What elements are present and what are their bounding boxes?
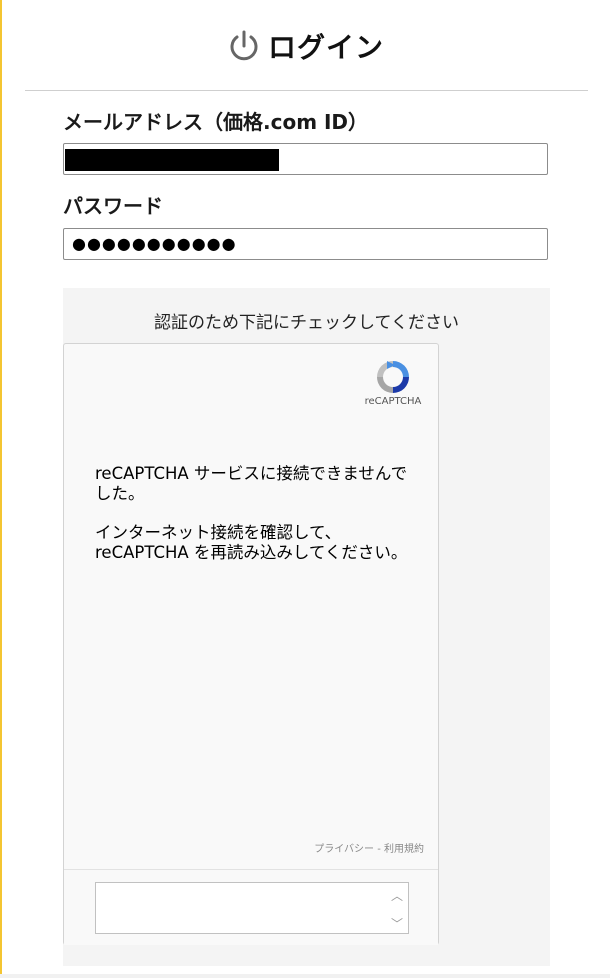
captcha-instruction: 認証のため下記にチェックしてください <box>154 313 459 333</box>
password-value: ●●●●●●●●●●● <box>72 234 237 253</box>
password-label: パスワード <box>63 194 163 218</box>
title-wrap: ログイン <box>0 26 610 68</box>
recaptcha-logo-icon <box>377 361 409 393</box>
page-header: ログイン <box>0 0 610 90</box>
power-icon <box>230 30 258 61</box>
captcha-area: 認証のため下記にチェックしてください reCAPTCHA reCAPTCHA サ… <box>63 288 550 966</box>
email-label: メールアドレス（価格.com ID） <box>63 110 369 134</box>
chevron-down-icon[interactable]: ﹀ <box>390 915 404 931</box>
recaptcha-response-textarea[interactable]: ︿ ﹀ <box>95 882 409 934</box>
recaptcha-error-line: reCAPTCHA サービスに接続できませんでした。 <box>95 464 408 503</box>
recaptcha-privacy-terms-links[interactable]: プライバシー - 利用規約 <box>314 840 424 855</box>
email-field[interactable] <box>63 143 548 175</box>
title-group: ログイン <box>226 26 384 66</box>
recaptcha-footer: ︿ ﹀ <box>64 869 438 945</box>
recaptcha-brand: reCAPTCHA <box>364 396 422 407</box>
recaptcha-error-message: reCAPTCHA サービスに接続できませんでした。 インターネット接続を確認し… <box>95 464 415 582</box>
header-divider <box>25 90 588 91</box>
chevron-up-icon[interactable]: ︿ <box>390 887 404 903</box>
page-title: ログイン <box>267 31 384 64</box>
window-frame-accent <box>0 0 2 978</box>
window-frame-bottom <box>0 974 610 978</box>
password-field[interactable]: ●●●●●●●●●●● <box>63 228 548 260</box>
recaptcha-widget: reCAPTCHA reCAPTCHA サービスに接続できませんでした。 インタ… <box>63 343 439 945</box>
recaptcha-error-line: インターネット接続を確認して、reCAPTCHA を再読み込みしてください。 <box>95 523 408 562</box>
redacted-email-value <box>65 149 279 171</box>
